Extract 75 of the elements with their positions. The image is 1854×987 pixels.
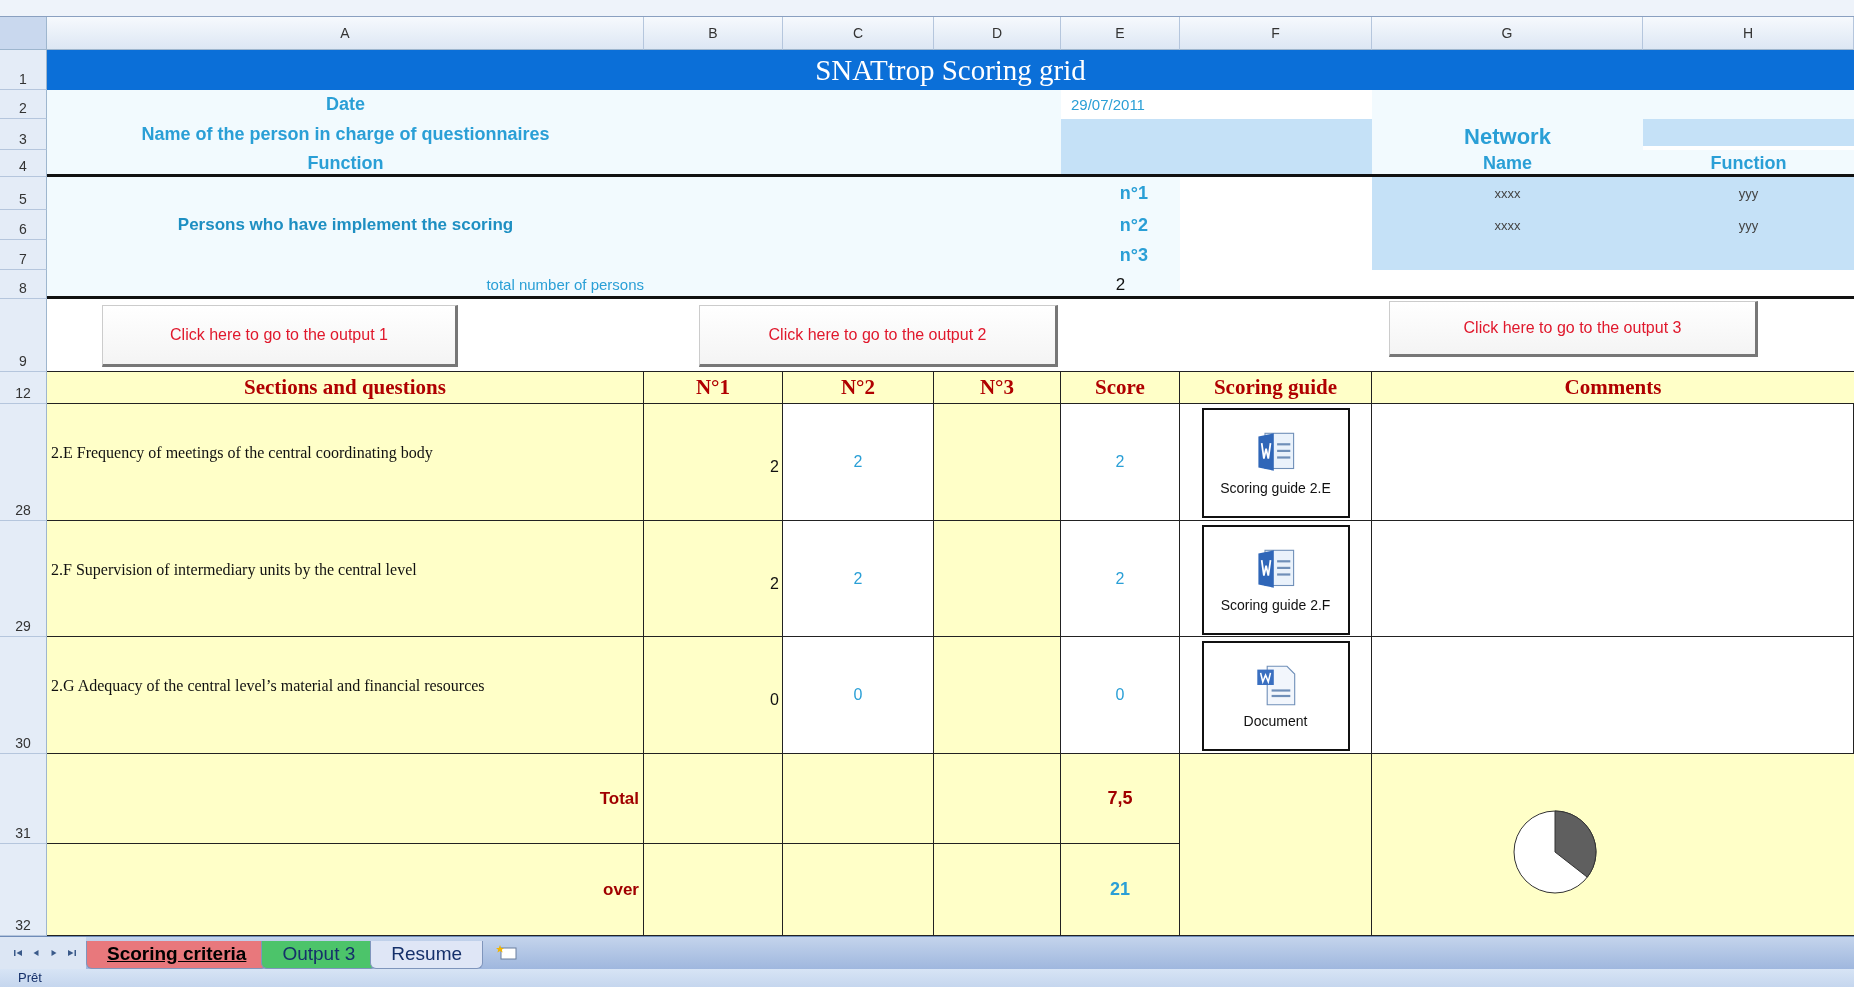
question-cell: 2.E Frequency of meetings of the central coordinating body (47, 404, 644, 521)
total-persons-label: total number of persons (486, 276, 644, 293)
first-sheet-icon[interactable] (12, 947, 24, 959)
over-label: over (47, 844, 644, 936)
table-header-cell: Score (1061, 372, 1180, 404)
column-header[interactable]: H (1643, 17, 1854, 50)
member-name: xxxx (1494, 217, 1521, 233)
row-header[interactable]: 32 (0, 844, 47, 936)
score-cell: 0 (1061, 637, 1180, 754)
row-header[interactable]: 7 (0, 240, 47, 270)
scoring-guide-object[interactable]: Scoring guide 2.E (1201, 408, 1350, 518)
row-header[interactable]: 12 (0, 372, 47, 404)
output-button[interactable]: Click here to go to the output 2 (699, 305, 1058, 367)
sheet-tab[interactable]: Resume (370, 940, 484, 969)
row-header[interactable]: 2 (0, 90, 47, 119)
member-name: xxxx (1494, 186, 1521, 201)
column-header[interactable]: A (47, 17, 644, 50)
scoring-guide-object[interactable]: Document (1201, 641, 1350, 751)
table-cell: 0 (783, 637, 934, 754)
column-header[interactable]: F (1180, 17, 1372, 50)
total-label: Total (47, 754, 644, 844)
column-header[interactable]: C (783, 17, 934, 50)
table-cell: 0 (644, 637, 783, 754)
row-header[interactable]: 3 (0, 119, 47, 150)
function-label: Function (307, 153, 384, 174)
person-number: n°3 (1119, 244, 1149, 266)
row-header[interactable]: 6 (0, 210, 47, 240)
last-sheet-icon[interactable] (66, 947, 78, 959)
table-cell: 2 (644, 404, 783, 521)
max-score: 21 (1061, 844, 1180, 936)
row-header[interactable]: 30 (0, 637, 47, 754)
column-header[interactable]: D (934, 17, 1061, 50)
member-function: yyy (1738, 186, 1759, 201)
row-header[interactable]: 5 (0, 177, 47, 210)
person-number: n°2 (1119, 214, 1149, 236)
date-value: 29/07/2011 (1070, 96, 1145, 113)
sheet-title: SNATtrop Scoring grid (47, 50, 1854, 90)
table-cell: 2 (783, 404, 934, 521)
function-label: Function (1710, 153, 1787, 174)
table-header-cell: Comments (1372, 372, 1854, 404)
person-label: Name of the person in charge of questionnaires (141, 124, 550, 145)
total-persons-value: 2 (1115, 274, 1126, 295)
output-button[interactable]: Click here to go to the output 3 (1389, 301, 1758, 357)
table-cell: 2 (644, 521, 783, 637)
question-cell: 2.G Adequacy of the central level’s material and financial resources (47, 637, 644, 754)
row-header[interactable]: 31 (0, 754, 47, 844)
insert-sheet-icon[interactable] (495, 944, 520, 962)
question-cell: 2.F Supervision of intermediary units by the central level (47, 521, 644, 637)
total-score: 7,5 (1061, 754, 1180, 844)
table-header-cell: Scoring guide (1180, 372, 1372, 404)
table-header-cell: N°2 (783, 372, 934, 404)
row-header[interactable]: 28 (0, 404, 47, 521)
row-header[interactable]: 29 (0, 521, 47, 637)
output-button[interactable]: Click here to go to the output 1 (102, 305, 458, 367)
score-cell: 2 (1061, 404, 1180, 521)
table-header-cell: Sections and questions (47, 372, 644, 404)
person-number: n°1 (1119, 183, 1149, 204)
table-header-cell: N°1 (644, 372, 783, 404)
persons-label: Persons who have implement the scoring (177, 215, 514, 235)
table-header-cell: N°3 (934, 372, 1061, 404)
column-header[interactable]: G (1372, 17, 1643, 50)
network-heading: Network (1464, 124, 1551, 150)
table-cell: 2 (783, 521, 934, 637)
row-header[interactable]: 1 (0, 50, 47, 90)
score-cell: 2 (1061, 521, 1180, 637)
column-header[interactable]: B (644, 17, 783, 50)
member-function: yyy (1738, 217, 1759, 233)
name-label: Name (1483, 153, 1532, 174)
scoring-guide-object[interactable]: Scoring guide 2.F (1201, 525, 1350, 635)
status-text: Prêt (18, 970, 42, 986)
row-header[interactable]: 8 (0, 270, 47, 299)
row-header[interactable]: 9 (0, 299, 47, 372)
column-header[interactable]: E (1061, 17, 1180, 50)
row-header[interactable]: 4 (0, 150, 47, 177)
date-label: Date (326, 94, 365, 115)
